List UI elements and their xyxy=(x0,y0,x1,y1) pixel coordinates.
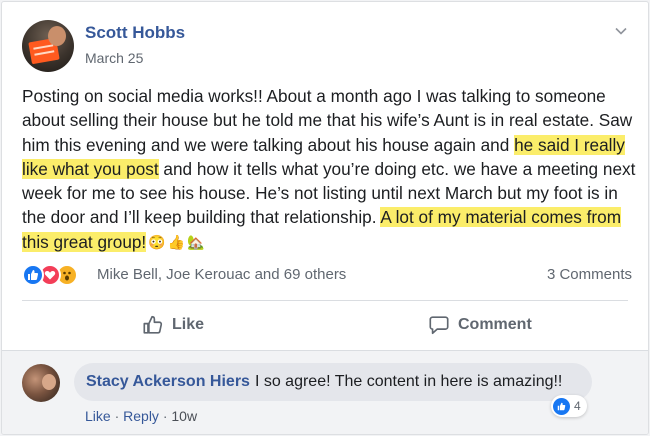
comment-button[interactable]: Comment xyxy=(428,302,532,348)
author-avatar[interactable] xyxy=(22,20,74,72)
thumbs-up-icon xyxy=(143,315,163,334)
divider xyxy=(22,300,628,301)
like-icon xyxy=(22,264,44,286)
comment-timestamp[interactable]: 10w xyxy=(171,408,197,424)
comment-like-link[interactable]: Like xyxy=(85,408,111,424)
post-card: Scott Hobbs March 25 Posting on social m… xyxy=(1,1,649,435)
thumbs-up-emoji-icon: 👍 xyxy=(167,233,186,250)
comment-meta: Like · Reply · 10w xyxy=(85,408,197,424)
avatar-face-shape xyxy=(42,374,56,390)
comments-section: Stacy Ackerson Hiers I so agree! The con… xyxy=(2,351,648,434)
meta-separator: · xyxy=(114,408,120,424)
post-actions: Like Comment xyxy=(22,302,628,348)
comments-count-link[interactable]: 3 Comments xyxy=(547,266,632,283)
like-button[interactable]: Like xyxy=(142,302,204,348)
comment-reply-link[interactable]: Reply xyxy=(123,408,159,424)
flushed-emoji-icon: 😳 xyxy=(148,233,166,250)
comment-text: I so agree! The content in here is amazi… xyxy=(254,373,563,390)
like-icon xyxy=(553,397,570,415)
meta-separator: · xyxy=(162,408,168,424)
commenter-name[interactable]: Stacy Ackerson Hiers xyxy=(86,373,250,391)
comment-reaction-count: 4 xyxy=(574,399,581,413)
commenter-avatar[interactable] xyxy=(22,364,60,402)
house-emoji-icon: 🏡 xyxy=(187,233,205,250)
avatar-face-shape xyxy=(48,26,66,46)
post-date[interactable]: March 25 xyxy=(85,50,143,66)
comment-reaction-badge[interactable]: 4 xyxy=(551,395,587,417)
reaction-names[interactable]: Mike Bell, Joe Kerouac and 69 others xyxy=(97,266,346,283)
post-header: Scott Hobbs March 25 xyxy=(22,18,632,74)
comment-button-label: Comment xyxy=(458,316,532,333)
reactions-bar: Mike Bell, Joe Kerouac and 69 others 3 C… xyxy=(22,264,632,286)
chevron-down-icon[interactable] xyxy=(614,24,628,38)
comment-bubble: Stacy Ackerson Hiers I so agree! The con… xyxy=(74,363,592,401)
speech-bubble-icon xyxy=(429,316,449,335)
post-author-name[interactable]: Scott Hobbs xyxy=(85,23,185,43)
post-body: Posting on social media works!! About a … xyxy=(22,84,638,254)
like-button-label: Like xyxy=(172,316,205,333)
